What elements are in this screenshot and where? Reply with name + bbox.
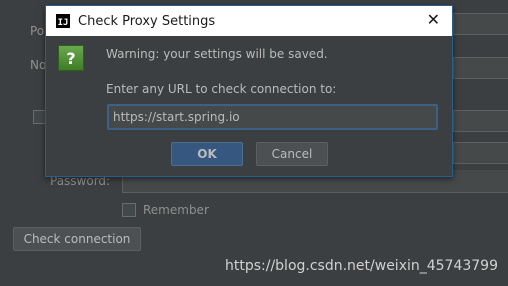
check-connection-button[interactable]: Check connection bbox=[13, 227, 141, 251]
background-field[interactable] bbox=[453, 110, 508, 132]
app-icon: IJ bbox=[56, 14, 70, 28]
port-label: Po bbox=[30, 24, 45, 38]
background-field[interactable] bbox=[453, 57, 508, 79]
question-icon: ? bbox=[58, 45, 84, 71]
warning-message: Warning: your settings will be saved. bbox=[106, 47, 328, 61]
dialog-title: Check Proxy Settings bbox=[78, 13, 216, 29]
background-field[interactable] bbox=[453, 142, 508, 164]
background-field[interactable] bbox=[453, 13, 508, 35]
check-proxy-dialog: IJ Check Proxy Settings ✕ ? Warning: you… bbox=[45, 5, 453, 177]
remember-row[interactable]: Remember bbox=[122, 203, 209, 217]
no-proxy-label: No bbox=[30, 58, 47, 72]
url-prompt-label: Enter any URL to check connection to: bbox=[106, 82, 337, 96]
ok-button[interactable]: OK bbox=[171, 142, 243, 166]
close-icon[interactable]: ✕ bbox=[427, 12, 440, 28]
cancel-button[interactable]: Cancel bbox=[256, 142, 328, 166]
dialog-titlebar[interactable]: IJ Check Proxy Settings ✕ bbox=[46, 6, 452, 36]
watermark: https://blog.csdn.net/weixin_45743799 bbox=[224, 258, 498, 274]
remember-checkbox[interactable] bbox=[122, 203, 136, 217]
remember-label: Remember bbox=[143, 203, 209, 217]
url-input[interactable] bbox=[107, 104, 438, 130]
